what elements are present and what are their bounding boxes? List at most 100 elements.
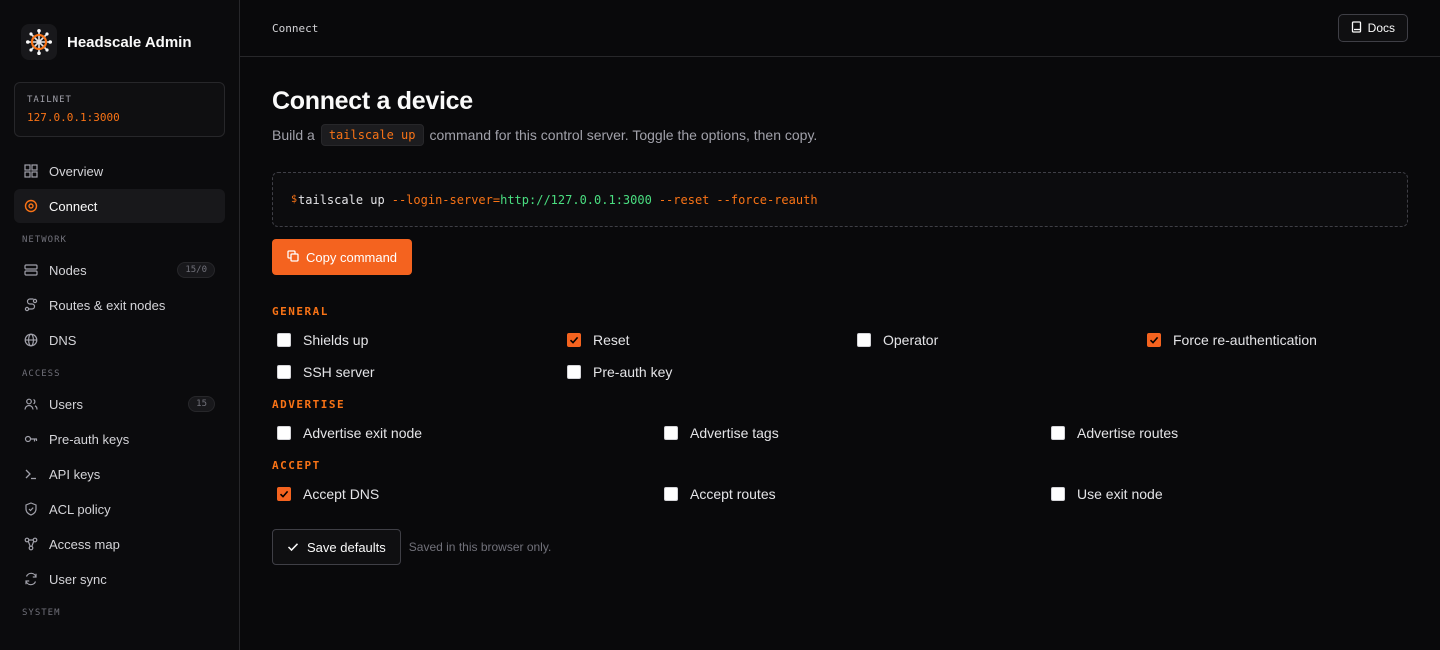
sidebar-item-overview[interactable]: Overview [14,154,225,188]
sidebar-item-api-keys[interactable]: API keys [14,457,225,491]
sidebar-item-access-map[interactable]: Access map [14,527,225,561]
check-icon [569,336,579,344]
checkbox-checked[interactable] [1147,333,1161,347]
option-shields-up[interactable]: Shields up [272,324,562,356]
shield-icon [24,502,38,516]
section-label-system: SYSTEM [22,608,61,618]
command-preview[interactable]: $ tailscale up --login-server= http://12… [272,172,1408,227]
option-advertise-routes[interactable]: Advertise routes [1046,417,1433,449]
command-flag-reset: --reset [658,192,710,207]
sidebar-item-dns[interactable]: DNS [14,323,225,357]
sidebar-item-label: Connect [49,198,98,214]
page-subtitle: Build a tailscale up command for this co… [272,124,1408,146]
option-label: Shields up [303,332,369,348]
checkbox[interactable] [664,426,678,440]
group-title-accept: ACCEPT [272,459,321,472]
copy-command-button[interactable]: Copy command [272,239,413,275]
sidebar-item-label: API keys [49,466,101,482]
checkbox[interactable] [277,365,291,379]
count-badge: 15 [188,396,215,412]
save-defaults-label: Save defaults [307,539,386,555]
sidebar-item-label: ACL policy [49,501,111,517]
checkbox[interactable] [664,487,678,501]
sidebar-item-nodes[interactable]: Nodes 15/0 [14,253,225,287]
helm-logo-icon [21,24,57,60]
sidebar-item-acl-policy[interactable]: ACL policy [14,492,225,526]
sidebar-item-label: Nodes [49,262,87,278]
checkbox[interactable] [277,426,291,440]
refresh-icon [24,572,38,586]
group-advertise: ADVERTISE Advertise exit node Advertise … [272,398,1408,449]
sidebar-item-user-sync[interactable]: User sync [14,562,225,596]
option-preauth-key[interactable]: Pre-auth key [562,356,852,388]
globe-icon [24,333,38,347]
copy-command-label: Copy command [306,249,398,265]
checkbox-checked[interactable] [277,487,291,501]
sidebar-item-connect[interactable]: Connect [14,189,225,223]
option-force-reauth[interactable]: Force re-authentication [1142,324,1432,356]
group-title-advertise: ADVERTISE [272,398,346,411]
subtitle-code-chip: tailscale up [320,124,424,146]
sidebar-item-label: Overview [49,163,104,179]
command-login-flag: --login-server= [391,192,501,207]
checkbox[interactable] [1051,487,1065,501]
docs-button-label: Docs [1367,21,1395,35]
grid-icon [24,164,38,178]
option-advertise-tags[interactable]: Advertise tags [659,417,1046,449]
checkbox[interactable] [277,333,291,347]
option-label: Accept DNS [303,486,380,502]
docs-button[interactable]: Docs [1337,14,1408,42]
tailnet-label: TAILNET [27,95,72,105]
subtitle-post: command for this control server. Toggle … [429,127,818,143]
server-icon [24,263,38,277]
target-icon [24,199,38,213]
tailnet-card[interactable]: TAILNET 127.0.0.1:3000 [14,82,225,137]
sidebar-item-label: Pre-auth keys [49,431,130,447]
main-panel: Connect Docs Connect a device Build a ta… [240,0,1440,650]
checkbox[interactable] [857,333,871,347]
users-icon [24,397,38,411]
option-reset[interactable]: Reset [562,324,852,356]
group-title-general: GENERAL [272,305,329,318]
option-label: SSH server [303,364,375,380]
option-label: Operator [883,332,939,348]
option-accept-dns[interactable]: Accept DNS [272,478,659,510]
brand[interactable]: Headscale Admin [14,0,225,84]
option-label: Reset [593,332,630,348]
save-row: Save defaults Saved in this browser only… [272,529,1408,565]
key-icon [24,432,38,446]
app-root: Headscale Admin TAILNET 127.0.0.1:3000 O… [0,0,1440,650]
options-accept: Accept DNS Accept routes Use exit node [272,478,1408,510]
group-general: GENERAL Shields up Reset Operator Force … [272,305,1408,388]
sidebar-item-users[interactable]: Users 15 [14,387,225,421]
option-operator[interactable]: Operator [852,324,1142,356]
count-badge: 15/0 [177,262,215,278]
option-accept-routes[interactable]: Accept routes [659,478,1046,510]
check-icon [287,540,299,555]
sidebar: Headscale Admin TAILNET 127.0.0.1:3000 O… [0,0,240,650]
page-title: Connect a device [272,87,473,115]
check-icon [1149,336,1159,344]
checkbox[interactable] [1051,426,1065,440]
checkbox-checked[interactable] [567,333,581,347]
option-label: Use exit node [1077,486,1163,502]
book-icon [1351,20,1362,36]
sidebar-item-label: DNS [49,332,77,348]
option-advertise-exit-node[interactable]: Advertise exit node [272,417,659,449]
brand-name: Headscale Admin [67,33,192,51]
group-accept: ACCEPT Accept DNS Accept routes Use exit… [272,459,1408,510]
sidebar-item-label: User sync [49,571,107,587]
option-label: Accept routes [690,486,776,502]
sidebar-item-routes[interactable]: Routes & exit nodes [14,288,225,322]
checkbox[interactable] [567,365,581,379]
command-prompt: $ [291,194,298,205]
option-label: Force re-authentication [1173,332,1317,348]
option-use-exit-node[interactable]: Use exit node [1046,478,1433,510]
option-ssh-server[interactable]: SSH server [272,356,562,388]
sidebar-item-preauth-keys[interactable]: Pre-auth keys [14,422,225,456]
save-defaults-button[interactable]: Save defaults [272,529,401,565]
options-general: Shields up Reset Operator Force re-authe… [272,324,1408,388]
option-label: Advertise tags [690,425,779,441]
breadcrumb: Connect [272,21,319,35]
option-label: Advertise exit node [303,425,423,441]
